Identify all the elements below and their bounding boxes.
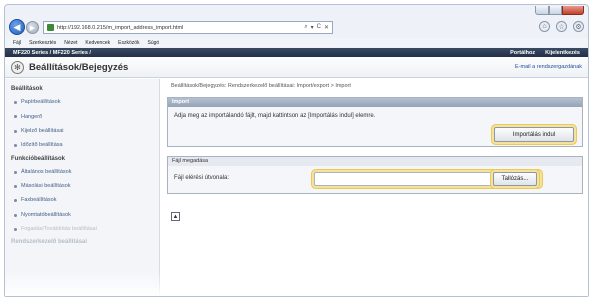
sidebar-item-volume[interactable]: Hangerő [5, 109, 159, 123]
browser-window: ◀ ▶ http://192.168.0.215/m_import_addres… [4, 4, 589, 297]
home-icon[interactable]: ⌂ [539, 21, 550, 32]
sidebar-item-paper-settings[interactable]: Papírbeállítások [5, 95, 159, 109]
title-bar: ✻ Beállítások/Bejegyzés E-mail a rendsze… [5, 57, 588, 78]
dropdown-icon[interactable]: ▾ [311, 24, 314, 31]
settings-gear-icon[interactable]: ⚙ [573, 21, 584, 32]
navigation-bar: ◀ ▶ http://192.168.0.215/m_import_addres… [9, 19, 586, 36]
sidebar-heading-settings: Beállítások [11, 86, 43, 92]
sidebar-item-timer-settings[interactable]: Időzítő beállítása [5, 138, 159, 152]
page-favicon-icon [47, 24, 54, 31]
file-panel: Fájl megadása Fájl elérési útvonala: Tal… [167, 156, 583, 194]
email-admin-link[interactable]: E-mail a rendszergazdának [515, 64, 582, 70]
file-panel-body: Fájl elérési útvonala: Tallózás... [168, 166, 582, 193]
menu-file[interactable]: Fájl [13, 40, 21, 46]
menu-view[interactable]: Nézet [64, 40, 77, 46]
url-text[interactable]: http://192.168.0.215/m_import_address_im… [57, 25, 183, 31]
minimize-button[interactable] [535, 6, 549, 15]
menu-help[interactable]: Súgó [148, 40, 160, 46]
browser-toolbar-icons: ⌂ ☆ ⚙ [539, 21, 584, 32]
import-panel-header: Import [168, 98, 582, 107]
page-title: Beállítások/Bejegyzés [29, 61, 129, 73]
settings-registration-icon: ✻ [11, 60, 24, 74]
import-panel-body: Adja meg az importálandó fájlt, majd kat… [168, 107, 582, 146]
import-instruction: Adja meg az importálandó fájlt, majd kat… [174, 113, 376, 119]
file-path-label: Fájl elérési útvonala: [174, 175, 230, 181]
window-controls [535, 6, 584, 15]
start-import-button[interactable]: Importálás indul [494, 127, 574, 142]
menu-tools[interactable]: Eszközök [118, 40, 139, 46]
sidebar-item-common-settings[interactable]: Általános beállítások [5, 165, 159, 179]
device-header-bar: MF220 Series / MF220 Series / Portálhoz … [5, 48, 588, 57]
browse-button[interactable]: Tallózás... [493, 172, 537, 186]
maximize-button[interactable] [549, 6, 562, 15]
sidebar-heading-system-settings[interactable]: Rendszerkezelő beállításai [5, 236, 159, 248]
sidebar-item-printer-settings[interactable]: Nyomtatóbeállítások [5, 208, 159, 222]
address-bar[interactable]: http://192.168.0.215/m_import_address_im… [43, 21, 333, 34]
favorites-star-icon[interactable]: ☆ [556, 21, 567, 32]
sidebar-heading-function-settings: Funkcióbeállítások [11, 155, 66, 162]
breadcrumb: Beállítások/Bejegyzés: Rendszerkezelő be… [171, 83, 351, 89]
web-page: MF220 Series / MF220 Series / Portálhoz … [5, 48, 588, 296]
sidebar-item-copy-settings[interactable]: Másolási beállítások [5, 179, 159, 193]
sidebar-item-rx-forward-settings[interactable]: Fogadás/Továbbítás beállításai [5, 222, 159, 236]
sidebar: Beállítások Papírbeállítások Hangerő Kij… [5, 79, 160, 296]
main-content: Beállítások/Bejegyzés: Rendszerkezelő be… [167, 79, 583, 296]
file-panel-header: Fájl megadása [168, 157, 582, 166]
bottom-fade [5, 270, 588, 296]
back-to-top-icon[interactable]: ▲ [171, 212, 180, 221]
search-icon[interactable]: ⌕ [304, 24, 307, 31]
stop-icon[interactable]: ✕ [324, 24, 329, 31]
menu-bar: Fájl Szerkesztés Nézet Kedvencek Eszközö… [5, 38, 588, 47]
import-panel: Import Adja meg az importálandó fájlt, m… [167, 97, 583, 147]
forward-arrow-icon[interactable]: ▶ [26, 21, 39, 34]
back-arrow-icon[interactable]: ◀ [9, 19, 25, 35]
sidebar-item-display-settings[interactable]: Kijelző beállításai [5, 124, 159, 138]
portal-link[interactable]: Portálhoz [510, 50, 535, 56]
close-window-button[interactable] [562, 6, 584, 15]
menu-edit[interactable]: Szerkesztés [29, 40, 56, 46]
refresh-icon[interactable]: C [317, 24, 321, 31]
model-name: MF220 Series / MF220 Series / [13, 49, 91, 56]
menu-favorites[interactable]: Kedvencek [85, 40, 110, 46]
logout-link[interactable]: Kijelentkezés [545, 50, 580, 56]
header-links: Portálhoz Kijelentkezés [510, 50, 580, 56]
sidebar-item-fax-settings[interactable]: Faxbeállítások [5, 193, 159, 207]
address-tools: ⌕ ▾ C ✕ [304, 24, 332, 31]
